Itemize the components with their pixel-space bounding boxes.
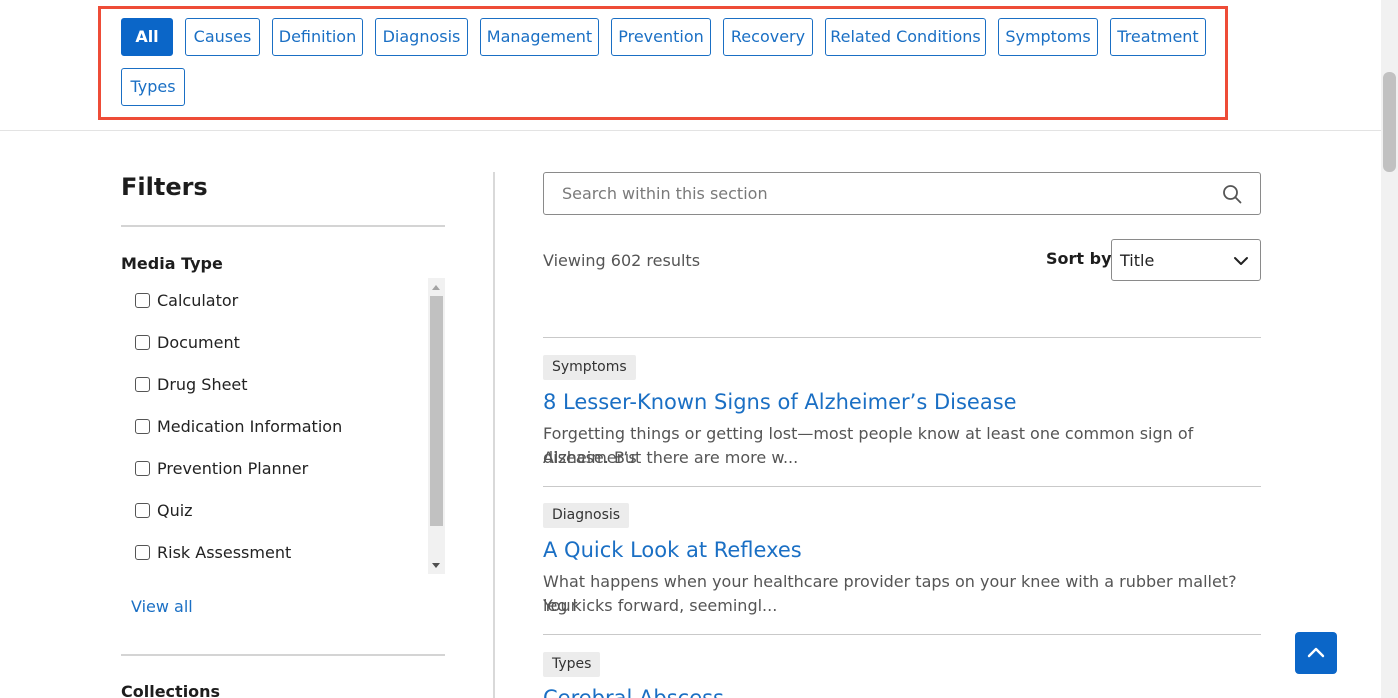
result-title-link[interactable]: A Quick Look at Reflexes — [543, 538, 802, 562]
option-label: Quiz — [157, 500, 193, 520]
sort-label: Sort by — [1046, 249, 1112, 268]
sort-select[interactable]: Title — [1111, 239, 1261, 281]
chevron-down-icon — [1234, 257, 1248, 265]
media-type-list: Calculator Document Drug Sheet Medicatio… — [121, 278, 445, 574]
option-label: Drug Sheet — [157, 374, 248, 394]
result-title-link[interactable]: Cerebral Abscess — [543, 686, 724, 698]
chevron-up-icon — [1307, 647, 1325, 658]
back-to-top-button[interactable] — [1295, 632, 1337, 674]
column-divider — [493, 172, 495, 698]
page-scroll-thumb[interactable] — [1383, 72, 1396, 172]
tag-symptoms[interactable]: Symptoms — [998, 18, 1098, 56]
tag-prevention[interactable]: Prevention — [611, 18, 711, 56]
tag-recovery[interactable]: Recovery — [723, 18, 813, 56]
sort-value: Title — [1120, 251, 1155, 270]
media-option-calculator[interactable]: Calculator — [135, 288, 238, 312]
scroll-down-arrow-icon[interactable] — [432, 563, 440, 568]
media-option-risk-assessment[interactable]: Risk Assessment — [135, 540, 291, 564]
media-list-scroll-thumb[interactable] — [430, 296, 443, 526]
result-badge: Types — [543, 652, 601, 677]
result-badge: Diagnosis — [543, 503, 630, 528]
checkbox[interactable] — [135, 502, 150, 518]
collections-heading: Collections — [121, 682, 221, 698]
tag-related-conditions[interactable]: Related Conditions — [825, 18, 986, 56]
checkbox[interactable] — [135, 334, 150, 350]
option-label: Prevention Planner — [157, 458, 309, 478]
category-tag-bar: All Causes Definition Diagnosis Manageme… — [0, 0, 1381, 131]
tag-causes[interactable]: Causes — [185, 18, 260, 56]
tag-all[interactable]: All — [121, 18, 173, 56]
results-top-divider — [543, 337, 1261, 338]
option-label: Document — [157, 332, 240, 352]
filters-divider — [121, 225, 445, 227]
tag-treatment[interactable]: Treatment — [1110, 18, 1206, 56]
checkbox[interactable] — [135, 418, 150, 434]
media-option-prevention-planner[interactable]: Prevention Planner — [135, 456, 308, 480]
tag-diagnosis[interactable]: Diagnosis — [375, 18, 468, 56]
search-icon[interactable] — [1222, 184, 1242, 204]
tag-definition[interactable]: Definition — [272, 18, 363, 56]
search-box — [543, 172, 1261, 215]
scroll-up-arrow-icon[interactable] — [432, 285, 440, 290]
checkbox[interactable] — [135, 376, 150, 392]
option-label: Risk Assessment — [157, 542, 292, 562]
option-label: Calculator — [157, 290, 239, 310]
media-option-document[interactable]: Document — [135, 330, 240, 354]
result-description-line: disease. But there are more w... — [543, 448, 799, 467]
result-divider — [543, 486, 1261, 487]
tag-management[interactable]: Management — [480, 18, 599, 56]
checkbox[interactable] — [135, 292, 150, 308]
view-all-link[interactable]: View all — [131, 597, 193, 616]
checkbox[interactable] — [135, 544, 150, 560]
results-count: Viewing 602 results — [543, 251, 701, 270]
option-label: Medication Information — [157, 416, 343, 436]
tag-types[interactable]: Types — [121, 68, 185, 106]
result-divider — [543, 634, 1261, 635]
result-description-line: leg kicks forward, seemingl... — [543, 596, 778, 615]
result-badge: Symptoms — [543, 355, 636, 380]
media-option-drug-sheet[interactable]: Drug Sheet — [135, 372, 248, 396]
checkbox[interactable] — [135, 460, 150, 476]
result-title-link[interactable]: 8 Lesser-Known Signs of Alzheimer’s Dise… — [543, 390, 1017, 414]
collections-divider — [121, 654, 445, 656]
media-option-quiz[interactable]: Quiz — [135, 498, 193, 522]
search-input[interactable] — [544, 173, 1184, 214]
media-type-heading: Media Type — [121, 254, 223, 273]
media-option-medication-information[interactable]: Medication Information — [135, 414, 342, 438]
filters-heading: Filters — [121, 173, 208, 201]
